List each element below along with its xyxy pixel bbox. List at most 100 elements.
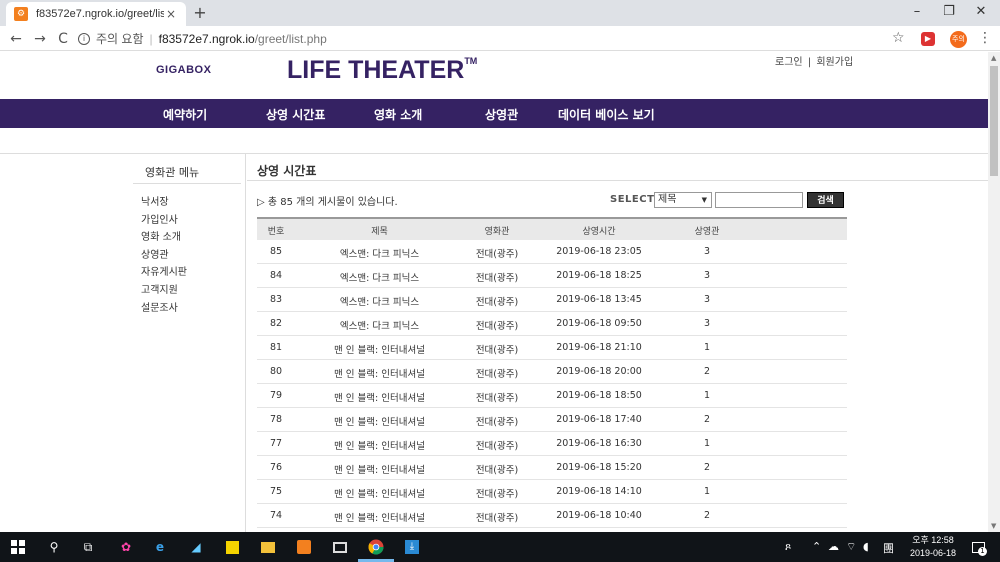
cell-title[interactable]: 맨 인 블랙: 인터내셔널: [322, 486, 437, 500]
action-center-icon[interactable]: 1: [968, 537, 988, 557]
table-row[interactable]: 83 엑스맨: 다크 피닉스 전대(광주) 2019-06-18 13:45 3: [257, 288, 847, 312]
sidebar-item-greeting[interactable]: 가입인사: [141, 211, 187, 229]
table-row[interactable]: 81 맨 인 블랙: 인터내셔널 전대(광주) 2019-06-18 21:10…: [257, 336, 847, 360]
info-icon[interactable]: i: [78, 32, 90, 45]
table-row[interactable]: 79 맨 인 블랙: 인터내셔널 전대(광주) 2019-06-18 18:50…: [257, 384, 847, 408]
search-button[interactable]: 검색: [807, 192, 844, 208]
table-row[interactable]: 82 엑스맨: 다크 피닉스 전대(광주) 2019-06-18 09:50 3: [257, 312, 847, 336]
login-link[interactable]: 로그인: [775, 57, 803, 68]
maximize-button[interactable]: ❐: [932, 0, 966, 26]
download-app-icon[interactable]: ⤓: [402, 537, 422, 557]
back-arrow-icon[interactable]: ←: [6, 29, 26, 49]
table-row[interactable]: 84 엑스맨: 다크 피닉스 전대(광주) 2019-06-18 18:25 3: [257, 264, 847, 288]
site-brand-logo[interactable]: LIFE THEATERTM: [287, 56, 477, 85]
browser-tab[interactable]: ⚙ f83572e7.ngrok.io/greet/list.php ×: [6, 2, 186, 26]
cell-title[interactable]: 맨 인 블랙: 인터내셔널: [322, 390, 437, 404]
scroll-down-arrow-icon[interactable]: ▼: [991, 522, 996, 530]
ime-icon[interactable]: 團: [883, 540, 894, 556]
signup-link[interactable]: 회원가입: [816, 57, 853, 68]
nav-theaters[interactable]: 상영관: [485, 106, 518, 123]
cell-title[interactable]: 맨 인 블랙: 인터내셔널: [322, 510, 437, 524]
table-row[interactable]: 76 맨 인 블랙: 인터내셔널 전대(광주) 2019-06-18 15:20…: [257, 456, 847, 480]
chevron-up-icon[interactable]: ⌃: [812, 540, 821, 553]
people-icon[interactable]: ጾ: [785, 540, 791, 554]
search-icon[interactable]: ⚲: [44, 537, 64, 557]
file-explorer-icon[interactable]: [258, 537, 278, 557]
table-row[interactable]: 78 맨 인 블랙: 인터내셔널 전대(광주) 2019-06-18 17:40…: [257, 408, 847, 432]
close-window-button[interactable]: ✕: [964, 0, 998, 26]
cell-title[interactable]: 엑스맨: 다크 피닉스: [322, 294, 437, 308]
volume-icon[interactable]: ◖: [863, 540, 869, 553]
cell-number: 77: [269, 438, 283, 449]
taskbar-clock[interactable]: 오후 12:58 2019-06-18: [905, 534, 961, 560]
gigabox-logo[interactable]: GIGABOX: [156, 64, 211, 76]
search-input[interactable]: [715, 192, 803, 208]
nav-database-view[interactable]: 데이터 베이스 보기: [558, 106, 655, 123]
chrome-icon[interactable]: [366, 537, 386, 557]
sidebar-item-support[interactable]: 고객지원: [141, 281, 187, 299]
cell-title[interactable]: 엑스맨: 다크 피닉스: [322, 270, 437, 284]
clock-date: 2019-06-18: [909, 548, 957, 558]
dropdown-arrow-icon: ▼: [701, 196, 707, 204]
table-header: 번호 제목 영화관 상영시간 상영관: [257, 217, 847, 240]
minimize-button[interactable]: –: [900, 0, 934, 26]
tab-close-icon[interactable]: ×: [164, 7, 178, 21]
sticky-notes-icon[interactable]: [222, 537, 242, 557]
table-row[interactable]: 77 맨 인 블랙: 인터내셔널 전대(광주) 2019-06-18 16:30…: [257, 432, 847, 456]
sidebar-item-free-board[interactable]: 자유게시판: [141, 263, 187, 281]
paint-app-icon[interactable]: ✿: [116, 537, 136, 557]
sidebar-item-guestbook[interactable]: 낙서장: [141, 193, 187, 211]
sidebar-item-survey[interactable]: 설문조사: [141, 299, 187, 317]
cell-title[interactable]: 맨 인 블랙: 인터내셔널: [322, 462, 437, 476]
cell-title[interactable]: 맨 인 블랙: 인터내셔널: [322, 438, 437, 452]
cell-cinema: 전대(광주): [475, 393, 519, 404]
table-row[interactable]: 75 맨 인 블랙: 인터내셔널 전대(광주) 2019-06-18 14:10…: [257, 480, 847, 504]
nav-reservation[interactable]: 예약하기: [163, 106, 207, 123]
cell-title[interactable]: 맨 인 블랙: 인터내셔널: [322, 414, 437, 428]
sidebar-item-movie-intro[interactable]: 영화 소개: [141, 228, 187, 246]
extension-icon[interactable]: ▶: [921, 32, 935, 46]
page-scrollbar[interactable]: ▲ ▼: [988, 52, 1000, 532]
internet-explorer-icon[interactable]: e: [150, 537, 170, 557]
cell-title[interactable]: 엑스맨: 다크 피닉스: [322, 246, 437, 260]
column-header-cinema: 영화관: [484, 227, 510, 237]
table-row[interactable]: 85 엑스맨: 다크 피닉스 전대(광주) 2019-06-18 23:05 3: [257, 240, 847, 264]
windows-start-icon[interactable]: [8, 537, 28, 557]
sidebar-item-theaters[interactable]: 상영관: [141, 246, 187, 264]
nav-movie-intro[interactable]: 영화 소개: [374, 106, 422, 123]
cell-title[interactable]: 맨 인 블랙: 인터내셔널: [322, 366, 437, 380]
cell-number: 85: [269, 246, 283, 257]
address-bar-row: ← → C i 주의 요함 | f83572e7.ngrok.io /greet…: [0, 26, 1000, 51]
cell-title[interactable]: 맨 인 블랙: 인터내셔널: [322, 342, 437, 356]
cell-cinema: 전대(광주): [475, 273, 519, 284]
search-field-select[interactable]: 제목 ▼: [654, 192, 712, 208]
task-view-icon[interactable]: ⧉: [78, 537, 98, 557]
bookmark-star-icon[interactable]: ☆: [892, 30, 905, 46]
content-title-divider: [247, 180, 988, 181]
cell-screen: 3: [703, 318, 711, 329]
cell-number: 83: [269, 294, 283, 305]
nav-showtimes[interactable]: 상영 시간표: [266, 106, 325, 123]
table-row[interactable]: 80 맨 인 블랙: 인터내셔널 전대(광주) 2019-06-18 20:00…: [257, 360, 847, 384]
top-links-divider: |: [807, 57, 812, 68]
scroll-up-arrow-icon[interactable]: ▲: [991, 54, 996, 62]
cell-screen: 1: [703, 486, 711, 497]
url-host: f83572e7.ngrok.io: [158, 31, 255, 46]
scroll-thumb[interactable]: [990, 66, 998, 176]
url-omnibox[interactable]: i 주의 요함 | f83572e7.ngrok.io /greet/list.…: [78, 28, 888, 49]
profile-avatar-icon[interactable]: 주의: [950, 31, 967, 48]
notes-app-icon[interactable]: ◢: [186, 537, 206, 557]
reload-icon[interactable]: C: [53, 29, 73, 49]
cell-cinema: 전대(광주): [475, 441, 519, 452]
new-tab-button[interactable]: +: [190, 3, 210, 23]
forward-arrow-icon[interactable]: →: [30, 29, 50, 49]
window-app-icon[interactable]: [330, 537, 350, 557]
xampp-icon[interactable]: [294, 537, 314, 557]
cell-title[interactable]: 엑스맨: 다크 피닉스: [322, 318, 437, 332]
wifi-icon[interactable]: ⌔: [846, 540, 856, 554]
security-warning-text[interactable]: 주의 요함: [96, 30, 144, 47]
table-row[interactable]: 74 맨 인 블랙: 인터내셔널 전대(광주) 2019-06-18 10:40…: [257, 504, 847, 528]
onedrive-cloud-icon[interactable]: ☁: [828, 540, 839, 553]
chrome-menu-icon[interactable]: ⋮: [978, 30, 992, 46]
cell-showtime: 2019-06-18 21:10: [556, 342, 642, 353]
